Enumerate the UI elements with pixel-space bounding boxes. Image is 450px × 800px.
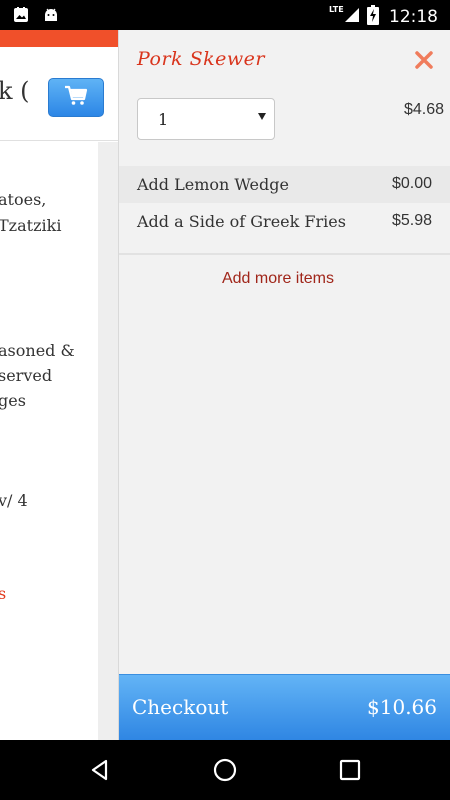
- add-more-items-link[interactable]: Add more items: [119, 270, 437, 288]
- back-icon[interactable]: [85, 755, 115, 785]
- close-icon[interactable]: [413, 49, 435, 71]
- image-icon: [12, 6, 30, 28]
- option-row[interactable]: Add a Side of Greek Fries $5.98: [119, 203, 450, 240]
- cart-panel: Pork Skewer 1 $4.68 Add Lemon Wedge $0.0…: [118, 30, 450, 740]
- item-base-price: $4.68: [403, 101, 444, 118]
- clock: 12:18: [389, 7, 438, 27]
- background-gutter: [98, 142, 118, 740]
- cart-button[interactable]: [48, 78, 104, 117]
- background-header: k (: [0, 47, 118, 141]
- checkout-label: Checkout: [132, 695, 229, 719]
- navigation-bar: [0, 740, 450, 800]
- status-bar: LTE 12:18: [0, 0, 450, 30]
- divider: [119, 253, 450, 255]
- background-text-line: ges: [0, 391, 26, 410]
- quantity-select[interactable]: 1: [137, 98, 275, 140]
- cart-item-name: Pork Skewer: [137, 48, 265, 70]
- quantity-value: 1: [158, 110, 169, 129]
- network-type: LTE: [329, 5, 344, 14]
- option-label: Add Lemon Wedge: [137, 175, 289, 194]
- option-price: $5.98: [391, 212, 432, 229]
- background-text-line: asoned &: [0, 341, 75, 360]
- chevron-down-icon: [258, 113, 266, 120]
- battery-charging-icon: [367, 5, 379, 29]
- background-page: k ( atoes, Tzatziki asoned & served ges …: [0, 30, 118, 740]
- background-price-text: s: [0, 584, 7, 603]
- option-price: $0.00: [391, 175, 432, 192]
- option-row[interactable]: Add Lemon Wedge $0.00: [119, 166, 450, 203]
- android-icon: [42, 6, 60, 28]
- background-body: atoes, Tzatziki asoned & served ges v/ 4…: [0, 142, 98, 740]
- signal-icon: LTE: [329, 5, 361, 28]
- background-text-line: atoes,: [0, 190, 47, 209]
- recents-icon[interactable]: [335, 755, 365, 785]
- home-icon[interactable]: [210, 755, 240, 785]
- checkout-button[interactable]: Checkout $10.66: [119, 674, 450, 740]
- header-accent-bar: [0, 30, 118, 47]
- background-text-line: v/ 4: [0, 491, 28, 510]
- cart-icon: [64, 85, 88, 111]
- option-label: Add a Side of Greek Fries: [137, 212, 346, 231]
- background-text-line: served: [0, 366, 53, 385]
- background-title: k (: [0, 77, 30, 105]
- background-text-line: Tzatziki: [0, 216, 62, 235]
- cart-total: $10.66: [367, 695, 437, 719]
